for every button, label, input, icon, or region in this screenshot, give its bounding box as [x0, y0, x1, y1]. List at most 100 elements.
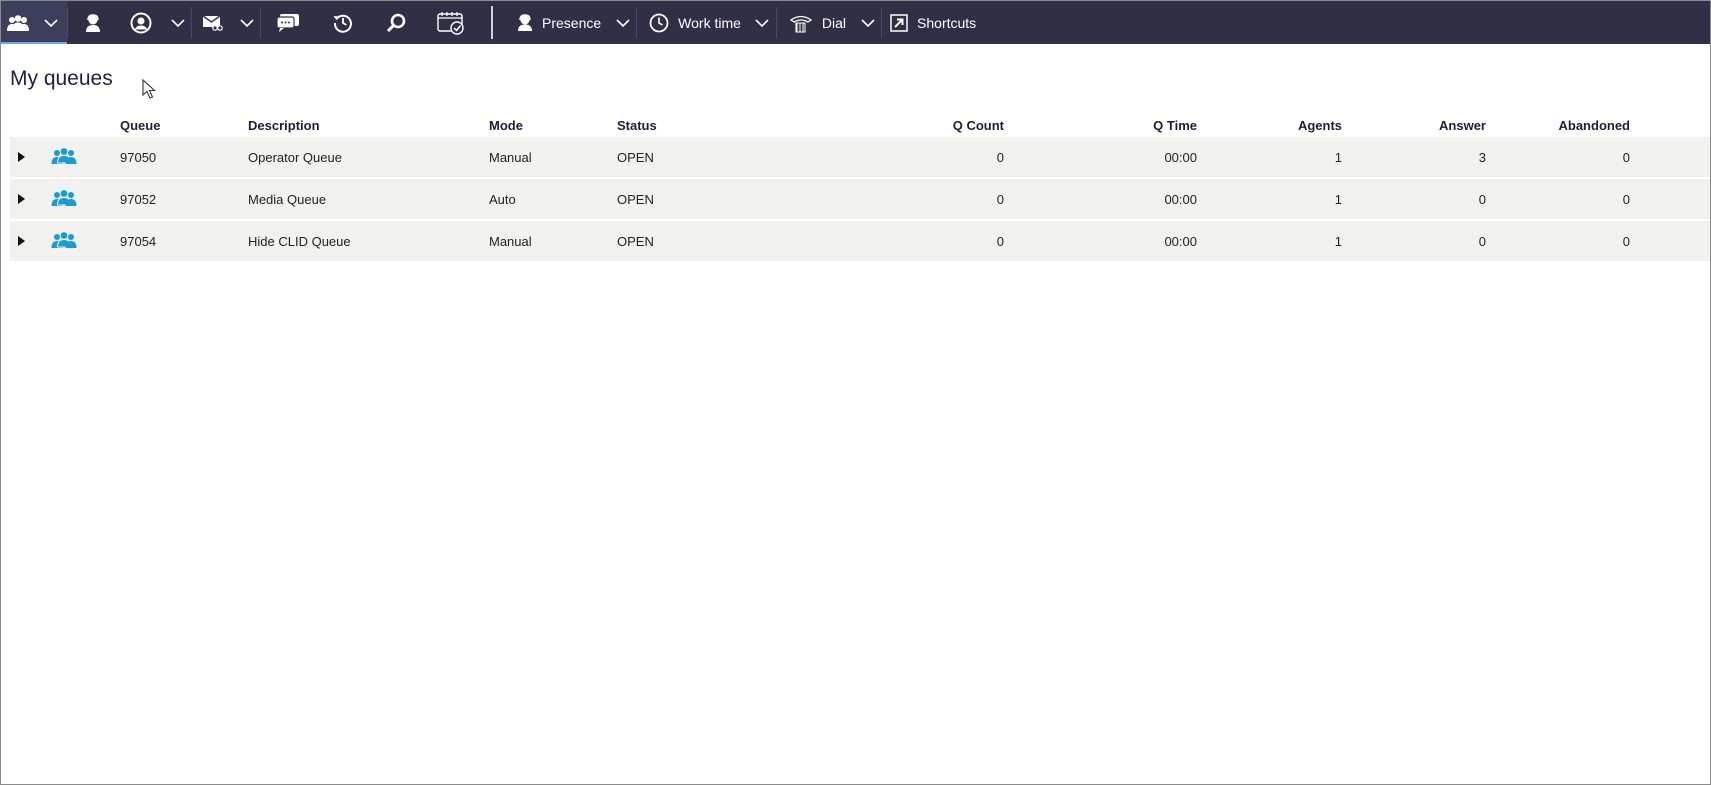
- presence-button[interactable]: Presence: [505, 1, 609, 44]
- history-icon: [333, 14, 352, 33]
- contact-icon: [130, 12, 152, 33]
- voicemail-menu-button[interactable]: [233, 1, 260, 44]
- answer-column-header[interactable]: Answer: [1342, 113, 1486, 137]
- worktime-menu-button[interactable]: [749, 1, 776, 44]
- mode-cell: Manual: [489, 137, 617, 179]
- chevron-down-icon: [755, 18, 769, 27]
- chevron-down-icon: [170, 18, 185, 27]
- abandoned-cell: 0: [1486, 178, 1630, 221]
- queues-button[interactable]: [1, 1, 34, 44]
- abandoned-column-header[interactable]: Abandoned: [1486, 113, 1631, 137]
- chevron-down-icon: [239, 18, 254, 27]
- dial-button[interactable]: Dial: [777, 1, 854, 44]
- queues-icon: [6, 14, 29, 31]
- voicemail-icon: [202, 14, 223, 31]
- presence-label: Presence: [542, 14, 602, 31]
- dial-menu-button[interactable]: [854, 1, 881, 44]
- description-cell: Operator Queue: [248, 137, 489, 179]
- chevron-down-icon: [616, 18, 630, 27]
- queue-icon-cell: [50, 178, 120, 221]
- presence-menu-button[interactable]: [609, 1, 636, 44]
- queue-group-icon: [51, 189, 77, 206]
- queue-cell: 97052: [120, 178, 248, 221]
- qcount-cell: 0: [817, 220, 1004, 263]
- chat-icon: [277, 13, 299, 32]
- status-cell: OPEN: [617, 220, 817, 263]
- contact-menu-button[interactable]: [164, 1, 191, 44]
- filler-cell: [1630, 220, 1710, 263]
- chevron-down-icon: [860, 18, 875, 27]
- shortcuts-label: Shortcuts: [917, 14, 977, 31]
- queue-column-header[interactable]: Queue: [120, 113, 248, 137]
- chat-button[interactable]: [261, 1, 315, 44]
- worktime-button[interactable]: Work time: [637, 1, 749, 44]
- agent-button[interactable]: [68, 1, 118, 44]
- search-button[interactable]: [370, 1, 423, 44]
- contact-button[interactable]: [118, 1, 164, 44]
- presence-icon: [518, 14, 532, 31]
- qtime-column-header[interactable]: Q Time: [1004, 113, 1197, 137]
- mode-column-header[interactable]: Mode: [489, 113, 617, 137]
- qcount-cell: 0: [817, 137, 1004, 179]
- calendar-button[interactable]: [423, 1, 479, 44]
- worktime-label: Work time: [678, 14, 741, 31]
- queue-cell: 97054: [120, 220, 248, 263]
- mouse-cursor-icon: [142, 79, 156, 99]
- status-column-header[interactable]: Status: [617, 113, 817, 137]
- answer-cell: 0: [1342, 178, 1486, 221]
- search-icon: [387, 13, 406, 32]
- filler-cell: [1630, 178, 1710, 221]
- answer-cell: 3: [1342, 137, 1486, 179]
- answer-cell: 0: [1342, 220, 1486, 263]
- dial-label: Dial: [821, 14, 847, 31]
- queue-icon-cell: [50, 220, 120, 263]
- qcount-column-header[interactable]: Q Count: [817, 113, 1004, 137]
- icon-column-header: [50, 113, 120, 137]
- queue-cell: 97050: [120, 137, 248, 179]
- table-row[interactable]: 97052 Media Queue Auto OPEN 0 00:00 1 0 …: [10, 178, 1710, 221]
- qtime-cell: 00:00: [1004, 137, 1197, 179]
- queue-group-icon: [51, 231, 77, 248]
- abandoned-cell: 0: [1486, 137, 1630, 179]
- mode-cell: Auto: [489, 178, 617, 221]
- description-cell: Hide CLID Queue: [248, 220, 489, 263]
- qtime-cell: 00:00: [1004, 178, 1197, 221]
- qtime-cell: 00:00: [1004, 220, 1197, 263]
- qcount-cell: 0: [817, 178, 1004, 221]
- status-cell: OPEN: [617, 178, 817, 221]
- mode-cell: Manual: [489, 220, 617, 263]
- top-toolbar: Presence Work time Dial Shortcuts: [1, 1, 1710, 44]
- queue-icon-cell: [50, 137, 120, 179]
- shortcuts-button[interactable]: Shortcuts: [882, 1, 984, 44]
- expand-column-header: [10, 113, 50, 137]
- status-cell: OPEN: [617, 137, 817, 179]
- queue-group-icon: [51, 147, 77, 164]
- clock-icon: [649, 13, 669, 32]
- history-button[interactable]: [315, 1, 370, 44]
- agents-cell: 1: [1197, 137, 1342, 179]
- expand-caret-icon[interactable]: [18, 193, 25, 204]
- app-window: Presence Work time Dial Shortcuts My que…: [0, 0, 1711, 785]
- chevron-down-icon: [43, 18, 58, 27]
- agents-cell: 1: [1197, 178, 1342, 221]
- calendar-check-icon: [437, 11, 464, 35]
- agents-cell: 1: [1197, 220, 1342, 263]
- expand-cell[interactable]: [10, 178, 50, 221]
- abandoned-cell: 0: [1486, 220, 1630, 263]
- agents-column-header[interactable]: Agents: [1197, 113, 1342, 137]
- queues-menu-button[interactable]: [34, 1, 67, 44]
- table-row[interactable]: 97054 Hide CLID Queue Manual OPEN 0 00:0…: [10, 220, 1710, 263]
- expand-caret-icon[interactable]: [18, 151, 25, 162]
- description-column-header[interactable]: Description: [248, 113, 489, 137]
- page-title: My queues: [10, 67, 113, 90]
- table-row[interactable]: 97050 Operator Queue Manual OPEN 0 00:00…: [10, 137, 1710, 179]
- expand-cell[interactable]: [10, 137, 50, 179]
- voicemail-button[interactable]: [192, 1, 233, 44]
- queues-table: Queue Description Mode Status Q Count Q …: [10, 113, 1710, 263]
- expand-caret-icon[interactable]: [18, 235, 25, 246]
- expand-cell[interactable]: [10, 220, 50, 263]
- table-header-row: Queue Description Mode Status Q Count Q …: [10, 113, 1710, 137]
- phone-icon: [789, 15, 813, 32]
- shortcut-icon: [890, 13, 908, 32]
- filler-column-header: [1630, 113, 1710, 137]
